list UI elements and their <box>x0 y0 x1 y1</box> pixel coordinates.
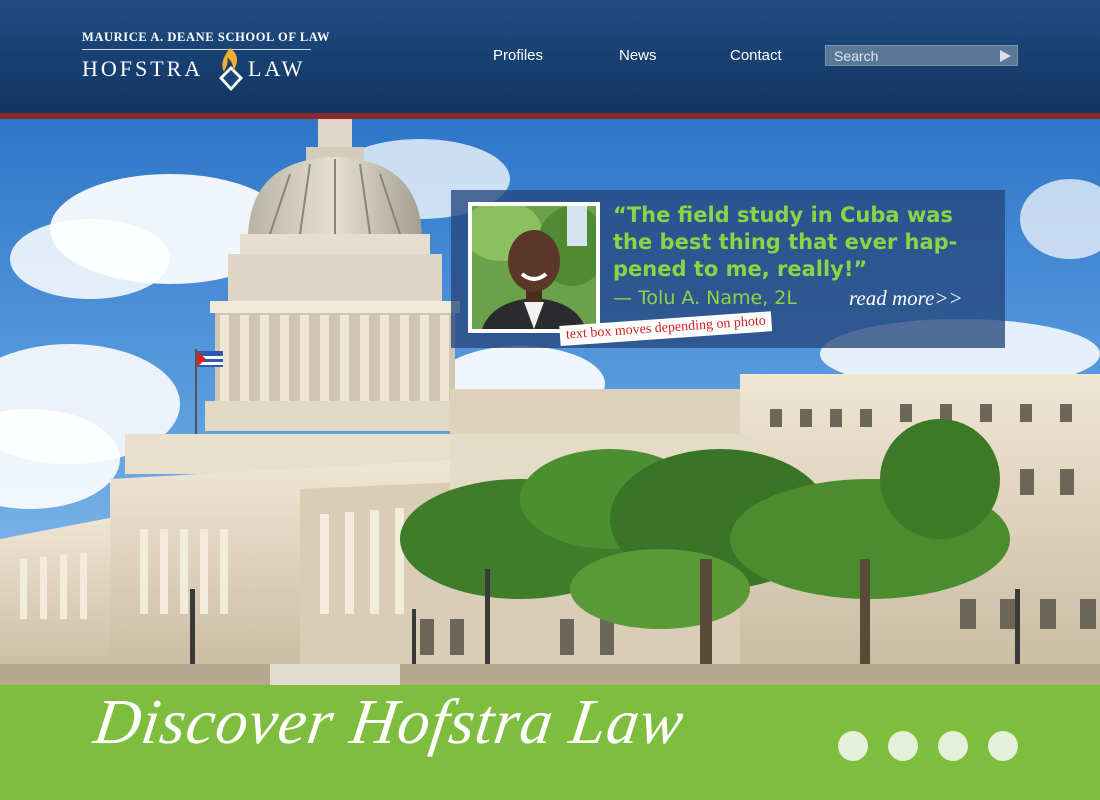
hero-banner: “The field study in Cuba was the best th… <box>0 119 1100 685</box>
hofstra-law-logo[interactable]: MAURICE A. DEANE SCHOOL OF LAW HOFSTRA L… <box>82 30 331 96</box>
logo-school-line: MAURICE A. DEANE SCHOOL OF LAW <box>82 30 331 44</box>
logo-divider <box>82 49 311 50</box>
nav-contact[interactable]: Contact <box>730 47 782 64</box>
tagline-band: Discover Hofstra Law <box>0 685 1100 800</box>
slide-dot-3[interactable] <box>938 731 968 761</box>
slide-dot-4[interactable] <box>988 731 1018 761</box>
hofstra-flame-icon <box>219 48 243 91</box>
student-photo <box>468 202 600 333</box>
nav-news[interactable]: News <box>619 47 657 64</box>
student-portrait-image <box>472 206 596 329</box>
play-triangle-icon[interactable] <box>998 49 1012 63</box>
search-box <box>825 45 1018 66</box>
testimonial-quote: “The field study in Cuba was the best th… <box>613 203 958 281</box>
read-more-link[interactable]: read more>> <box>849 286 963 311</box>
logo-name-left: HOFSTRA <box>82 56 204 81</box>
slide-dot-1[interactable] <box>838 731 868 761</box>
logo-name-right: LAW <box>248 56 306 81</box>
nav-profiles[interactable]: Profiles <box>493 47 543 64</box>
slide-dot-2[interactable] <box>888 731 918 761</box>
testimonial-attribution: — Tolu A. Name, 2L <box>613 287 797 309</box>
site-header: MAURICE A. DEANE SCHOOL OF LAW HOFSTRA L… <box>0 0 1100 113</box>
search-input[interactable] <box>826 46 996 65</box>
tagline: Discover Hofstra Law <box>90 686 689 757</box>
